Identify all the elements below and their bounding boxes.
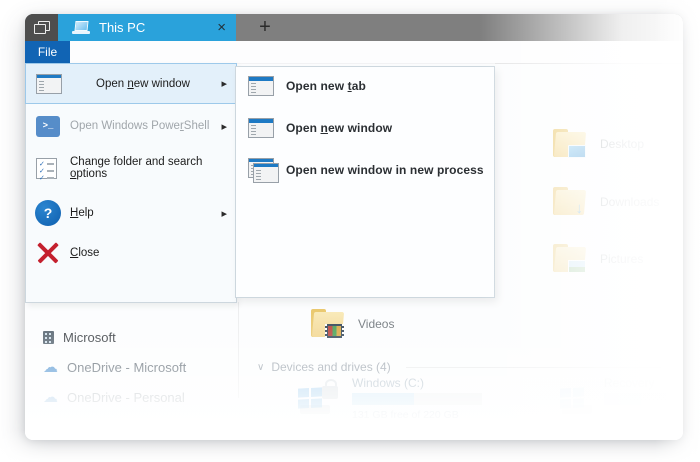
sidebar-item-onedrive-microsoft[interactable]: ☁ OneDrive - Microsoft xyxy=(43,357,186,377)
drive-info: Recovery xyxy=(604,376,666,418)
close-x-icon xyxy=(36,241,60,265)
sidebar-item-microsoft[interactable]: Microsoft xyxy=(43,327,116,347)
section-rule xyxy=(406,367,661,368)
file-menu-button[interactable]: File xyxy=(25,41,70,63)
submenu-item-open-new-window-new-process[interactable]: Open new window in new process xyxy=(236,149,494,191)
submenu-item-open-new-tab[interactable]: Open new tab xyxy=(236,67,494,105)
screenshot-canvas: Microsoft ☁ OneDrive - Microsoft ☁ OneDr… xyxy=(0,0,700,462)
desktop-screen-glyph xyxy=(568,145,586,158)
window-icon xyxy=(36,74,62,94)
folder-icon xyxy=(311,309,345,339)
drive-label: Windows (C:) xyxy=(352,376,482,390)
building-icon xyxy=(43,331,54,344)
menu-item-open-new-window[interactable]: Open new window ▸ xyxy=(25,63,237,104)
menu-item-close[interactable]: Close xyxy=(26,234,236,272)
menu-item-label: Open new window xyxy=(96,78,190,90)
window-icon xyxy=(248,118,274,138)
menu-item-label: Close xyxy=(70,247,99,259)
cloud-icon: ☁ xyxy=(43,360,58,375)
windows-logo-icon xyxy=(560,387,584,408)
file-explorer-window: Microsoft ☁ OneDrive - Microsoft ☁ OneDr… xyxy=(25,14,683,440)
menu-item-help[interactable]: ? Help ▸ xyxy=(26,192,236,234)
cloud-icon: ☁ xyxy=(43,390,58,405)
chevron-down-icon: ∨ xyxy=(257,362,264,373)
folder-label: Downloads xyxy=(600,195,659,209)
sidebar-item-label: Microsoft xyxy=(63,330,116,345)
photo-glyph xyxy=(568,260,586,273)
tab-bar: This PC × + xyxy=(25,14,683,41)
powershell-icon: >_ xyxy=(36,116,60,137)
folder-icon xyxy=(553,244,587,274)
file-menu-panel: Open new window ▸ >_ Open Windows PowerS… xyxy=(25,63,237,303)
this-pc-icon xyxy=(72,21,90,34)
section-title: Devices and drives (4) xyxy=(271,360,390,374)
folder-downloads[interactable]: ↓ Downloads xyxy=(553,182,659,222)
sidebar-item-label: OneDrive - Personal xyxy=(67,390,185,405)
lock-icon xyxy=(322,386,338,399)
help-icon: ? xyxy=(35,200,61,226)
menu-item-open-windows-powershell[interactable]: >_ Open Windows PowerShell ▸ xyxy=(26,106,236,146)
menu-item-label: Change folder and search options xyxy=(70,156,236,180)
sidebar-divider xyxy=(238,302,239,398)
menu-item-change-folder-options[interactable]: ✓ ✓ ✓ Change folder and search options xyxy=(26,148,236,188)
film-strip-glyph xyxy=(325,324,344,338)
submenu-arrow-icon: ▸ xyxy=(221,120,227,133)
submenu-item-label: Open new window in new process xyxy=(286,163,484,177)
open-new-window-submenu: Open new tab Open new window Open new wi… xyxy=(235,66,495,298)
capacity-bar-fill xyxy=(352,393,414,405)
capacity-bar-fill xyxy=(604,393,641,405)
window-icon xyxy=(248,76,274,96)
new-tab-button[interactable]: + xyxy=(247,14,283,41)
windows-cascade-icon xyxy=(248,158,279,183)
drive-icon xyxy=(560,376,596,418)
folder-pictures[interactable]: Pictures xyxy=(553,239,643,279)
menu-item-label: Help xyxy=(70,207,94,219)
folder-label: Desktop xyxy=(600,137,644,151)
ribbon-strip xyxy=(25,41,683,64)
folder-icon xyxy=(553,129,587,159)
tab-close-icon[interactable]: × xyxy=(217,20,226,35)
capacity-text: 131 GB free of 220 GB xyxy=(352,409,482,421)
capacity-bar xyxy=(352,393,482,405)
submenu-item-label: Open new window xyxy=(286,121,392,135)
folder-label: Pictures xyxy=(600,252,643,266)
tab-list-button[interactable] xyxy=(25,14,58,41)
content-top-divider xyxy=(495,63,683,64)
drive-label: Recovery xyxy=(604,376,666,390)
menu-item-label: Open Windows PowerShell xyxy=(70,120,209,132)
download-arrow-glyph: ↓ xyxy=(576,201,584,216)
tab-this-pc[interactable]: This PC × xyxy=(58,14,236,41)
devices-section-header[interactable]: ∨ Devices and drives (4) xyxy=(257,360,661,374)
drive-windows-c[interactable]: Windows (C:) 131 GB free of 220 GB xyxy=(298,376,482,421)
capacity-bar xyxy=(604,393,666,405)
folder-label: Videos xyxy=(358,317,394,331)
drive-recovery[interactable]: Recovery xyxy=(560,376,666,418)
folder-desktop[interactable]: Desktop xyxy=(553,124,644,164)
submenu-arrow-icon: ▸ xyxy=(221,77,227,90)
windows-logo-icon xyxy=(298,387,322,408)
stacked-windows-icon xyxy=(34,21,50,34)
folder-videos[interactable]: Videos xyxy=(311,304,394,344)
drive-info: Windows (C:) 131 GB free of 220 GB xyxy=(352,376,482,421)
folder-icon: ↓ xyxy=(553,187,587,217)
checklist-icon: ✓ ✓ ✓ xyxy=(36,158,57,179)
submenu-item-label: Open new tab xyxy=(286,79,366,93)
submenu-arrow-icon: ▸ xyxy=(221,207,227,220)
submenu-item-open-new-window[interactable]: Open new window xyxy=(236,107,494,149)
sidebar-item-label: OneDrive - Microsoft xyxy=(67,360,186,375)
tab-title: This PC xyxy=(99,20,145,35)
sidebar-item-onedrive-personal[interactable]: ☁ OneDrive - Personal xyxy=(43,387,185,407)
drive-icon xyxy=(298,376,344,418)
